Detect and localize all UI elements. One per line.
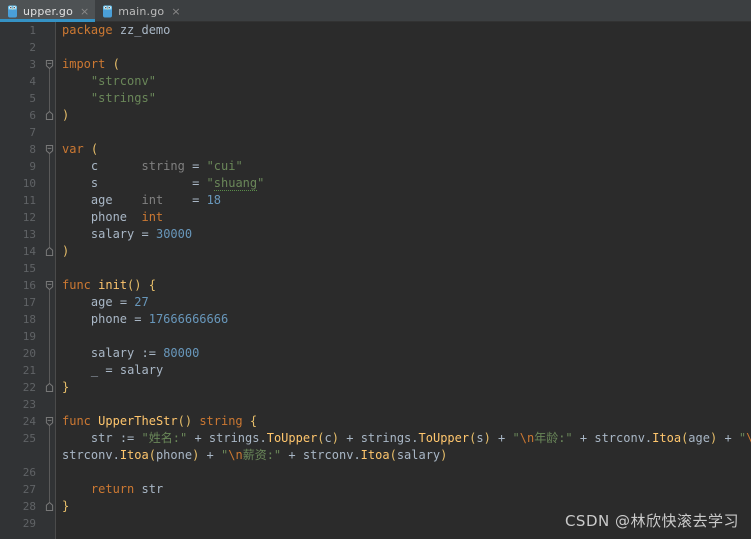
fold-end-icon[interactable] [45,247,54,256]
line-number: 3 [29,58,36,71]
fold-collapse-icon[interactable] [45,281,54,290]
code-line: func init() { [62,278,156,292]
code-line: salary := 80000 [90,346,200,360]
line-number: 1 [29,24,36,37]
line-number: 9 [29,160,36,173]
go-gopher-icon [7,5,18,18]
fold-end-icon[interactable] [45,383,54,392]
fold-collapse-icon[interactable] [45,417,54,426]
line-number: 14 [22,245,36,258]
fold-guide-line [49,69,50,111]
line-number: 19 [22,330,36,343]
line-number: 25 [22,432,36,445]
line-number: 5 [29,92,36,105]
line-number: 4 [29,75,36,88]
code-line: _ = salary [90,363,164,377]
code-content[interactable]: package zz_demo import ( "strconv" "stri… [56,22,751,539]
line-number: 26 [22,466,36,479]
code-editor[interactable]: 1 2 3 4 5 6 7 8 9 10 11 12 13 14 15 16 17 18 19 20 21 22 23 24 2… [0,22,751,539]
line-number: 13 [22,228,36,241]
tab-label: main.go [118,4,165,18]
ide-window: upper.go × main.go × 1 2 3 4 5 6 7 8 9 10 11 12 13 14… [0,0,751,539]
tab-upper-go[interactable]: upper.go × [0,0,96,22]
code-line: "strconv" [90,74,156,88]
code-line: str := "姓名:" + strings.ToUpper(c) + stri… [90,431,751,445]
code-line: "strings" [90,91,156,105]
code-line: age = 27 [90,295,149,309]
fold-collapse-icon[interactable] [45,60,54,69]
fold-end-icon[interactable] [45,502,54,511]
code-line: } [62,380,70,394]
code-line: age int = 18 [90,193,222,207]
line-number: 12 [22,211,36,224]
code-line: return str [90,482,164,496]
line-number: 7 [29,126,36,139]
code-line: salary = 30000 [90,227,193,241]
code-line: package zz_demo [62,23,171,37]
line-number: 22 [22,381,36,394]
line-number: 16 [22,279,36,292]
code-line: var ( [62,142,99,156]
fold-collapse-icon[interactable] [45,145,54,154]
line-number: 28 [22,500,36,513]
fold-guide-line [49,154,50,247]
line-number-gutter: 1 2 3 4 5 6 7 8 9 10 11 12 13 14 15 16 17 18 19 20 21 22 23 24 2… [0,22,44,539]
line-number: 15 [22,262,36,275]
line-number: 17 [22,296,36,309]
line-number: 24 [22,415,36,428]
fold-guide-line [49,426,50,502]
code-line: import ( [62,57,120,71]
fold-end-icon[interactable] [45,111,54,120]
fold-guide-line [49,290,50,383]
code-line: ) [62,108,70,122]
line-number: 2 [29,41,36,54]
tab-main-go[interactable]: main.go × [95,0,186,22]
line-number: 11 [22,194,36,207]
line-number: 6 [29,109,36,122]
line-number: 8 [29,143,36,156]
line-number: 23 [22,398,36,411]
editor-tab-bar: upper.go × main.go × [0,0,751,22]
tab-close-icon[interactable]: × [80,6,89,17]
code-folding-rail[interactable] [44,22,56,539]
code-line: phone int [90,210,164,224]
code-line: phone = 17666666666 [90,312,229,326]
line-number: 29 [22,517,36,530]
go-gopher-icon [102,5,113,18]
code-line: func UpperTheStr() string { [62,414,258,428]
code-line-wrap: strconv.Itoa(phone) + "\n薪资:" + strconv.… [62,448,448,462]
code-line: } [62,499,70,513]
line-number: 10 [22,177,36,190]
line-number: 18 [22,313,36,326]
code-line: ) [62,244,70,258]
tab-close-icon[interactable]: × [171,6,180,17]
line-number: 21 [22,364,36,377]
tab-label: upper.go [23,4,74,18]
line-number: 20 [22,347,36,360]
code-line: c string = "cui" [90,159,243,173]
code-line: s = "shuang" [90,176,265,191]
line-number: 27 [22,483,36,496]
